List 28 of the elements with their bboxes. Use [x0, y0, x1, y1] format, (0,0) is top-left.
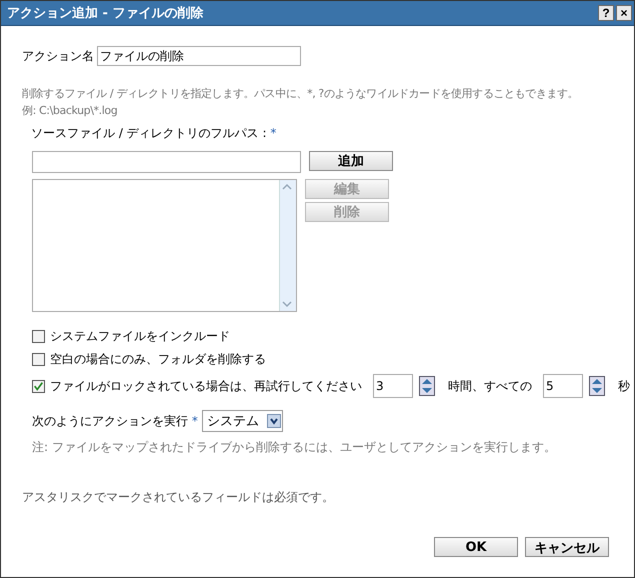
checkbox-label: ファイルがロックされている場合は、再試行してください	[50, 378, 362, 394]
spinner-icon[interactable]	[419, 376, 435, 396]
checkbox[interactable]	[32, 353, 45, 366]
add-button[interactable]: 追加	[309, 151, 393, 171]
field-label: 次のようにアクションを実行 *	[32, 412, 198, 430]
spinner-icon[interactable]	[589, 376, 605, 396]
checkbox[interactable]	[32, 330, 45, 343]
number-field[interactable]: 3	[373, 374, 413, 398]
window-title: アクション追加 - ファイルの削除	[7, 5, 204, 22]
checkbox-label: システムファイルをインクルード	[50, 328, 230, 345]
unit-label: 秒	[618, 378, 630, 394]
cancel-button[interactable]: キャンセル	[525, 537, 609, 557]
unit-label: 時間、すべての	[448, 378, 532, 394]
field-label: アクション名	[22, 48, 94, 64]
checkbox[interactable]	[32, 380, 45, 392]
number-field[interactable]: 5	[543, 374, 583, 398]
required-note: アスタリスクでマークされているフィールドは必須です。	[22, 489, 335, 506]
checkbox-label: 空白の場合にのみ、フォルダを削除する	[50, 351, 266, 368]
close-button[interactable]: ×	[616, 5, 632, 21]
note-text: 注: ファイルをマップされたドライブから削除するには、ユーザとしてアクションを実行します。	[32, 439, 557, 456]
description-text: 削除するファイル / ディレクトリを指定します。パス中に、*, ?のようなワイルドカードを使用することもできます。	[22, 86, 580, 102]
help-button[interactable]: ?	[598, 5, 614, 21]
run-as-dropdown[interactable]: システム	[202, 410, 283, 432]
field-label: ソースファイル / ディレクトリのフルパス : *	[31, 125, 278, 142]
path-field[interactable]	[32, 151, 301, 173]
description-text: 例: C:\backup\*.log	[22, 103, 118, 119]
action-name-field[interactable]: ファイルの削除	[97, 46, 301, 66]
ok-button[interactable]: OK	[434, 537, 518, 557]
